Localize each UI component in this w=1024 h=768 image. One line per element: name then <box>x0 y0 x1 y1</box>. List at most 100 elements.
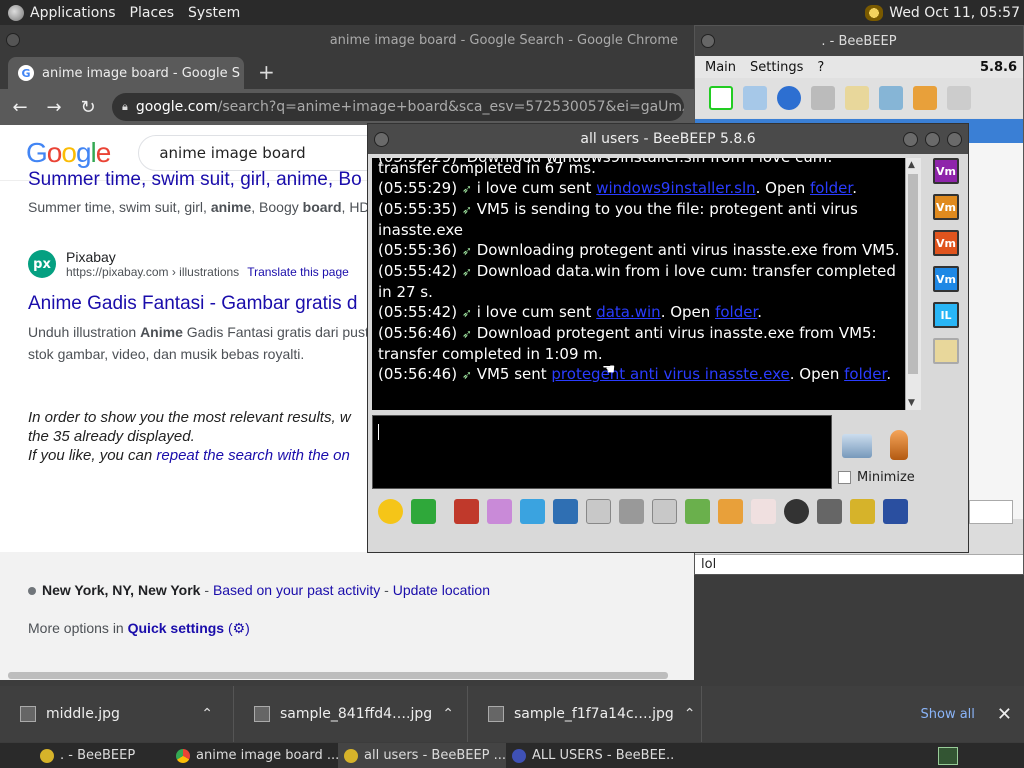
minimize-option[interactable]: Minimize <box>838 470 915 485</box>
window-menu-button[interactable] <box>701 34 715 48</box>
menu-main[interactable]: Main <box>705 60 736 75</box>
lock-icon[interactable]: 🔒︎ <box>122 100 128 114</box>
screenshot-icon[interactable] <box>784 498 809 524</box>
menu-settings[interactable]: Settings <box>750 60 803 75</box>
menu-help[interactable]: ? <box>817 60 824 75</box>
back-arrow-icon[interactable]: ← <box>10 97 30 118</box>
folder-link[interactable]: folder <box>715 303 757 321</box>
folder-link[interactable]: folder <box>844 365 886 383</box>
result-link[interactable]: Anime Gadis Fantasi - Gambar gratis d <box>28 293 357 315</box>
trash-icon[interactable] <box>947 86 971 110</box>
close-downloads-icon[interactable]: ✕ <box>997 704 1024 725</box>
save-icon[interactable] <box>883 498 908 524</box>
beebeep-tray-icon[interactable] <box>865 4 884 21</box>
message-input[interactable] <box>372 415 832 489</box>
send-folder-icon[interactable] <box>718 498 743 524</box>
emoticon-icon[interactable] <box>378 498 403 524</box>
download-item[interactable]: middle.jpg ⌃ <box>0 686 234 742</box>
member-vm-icon[interactable]: Vm <box>933 230 959 256</box>
member-vm-icon[interactable]: Vm <box>933 194 959 220</box>
scroll-down-arrow-icon[interactable]: ▼ <box>908 398 915 408</box>
google-search-input[interactable]: anime image board <box>138 134 399 171</box>
notes-icon[interactable] <box>850 498 875 524</box>
chat-log[interactable]: (05:55:29) Download windows9installer.sl… <box>372 158 920 410</box>
show-desktop-icon[interactable] <box>938 746 958 765</box>
font-color-icon[interactable] <box>487 498 512 524</box>
google-footer: New York, NY, New York - Based on your p… <box>0 552 694 680</box>
beebeep-quick-input[interactable] <box>969 500 1013 524</box>
window-menu-button[interactable] <box>6 33 20 47</box>
settings-icon[interactable] <box>553 498 578 524</box>
task-beebeep-chat[interactable]: all users - BeeBEEP ... <box>338 743 506 768</box>
download-item[interactable]: sample_841ffd4….jpg ⌃ <box>234 686 468 742</box>
scrollbar-thumb[interactable] <box>908 174 918 374</box>
folder-link[interactable]: folder <box>810 179 852 197</box>
spellcheck-icon[interactable] <box>619 498 644 524</box>
tab-google-search[interactable]: G anime image board - Google S ✕ <box>8 57 244 89</box>
beebeep-main-titlebar[interactable]: . - BeeBEEP <box>695 26 1023 56</box>
task-beebeep-all-users[interactable]: ALL USERS - BeeBEE... <box>506 743 674 768</box>
font-icon[interactable] <box>454 498 479 524</box>
minimize-checkbox[interactable] <box>838 471 851 484</box>
horizontal-scrollbar[interactable] <box>0 670 694 680</box>
translate-link[interactable]: Translate this page <box>247 265 349 279</box>
status-icon[interactable] <box>709 86 733 110</box>
reload-icon[interactable]: ↻ <box>78 97 98 118</box>
member-il-icon[interactable]: IL <box>933 302 959 328</box>
scroll-up-arrow-icon[interactable]: ▲ <box>908 160 915 170</box>
file-link[interactable]: data.win <box>596 303 661 321</box>
save-chat-icon[interactable] <box>817 498 842 524</box>
file-link[interactable]: protegent anti virus inasste.exe <box>551 365 789 383</box>
pen-icon[interactable] <box>845 86 869 110</box>
minimize-window-button[interactable] <box>903 132 918 147</box>
filter-icon[interactable] <box>520 498 545 524</box>
compact-view-icon[interactable] <box>586 498 611 524</box>
system-menu[interactable]: System <box>181 5 247 21</box>
chevron-up-icon[interactable]: ⌃ <box>442 706 454 722</box>
clock[interactable]: Wed Oct 11, 05:57 <box>889 5 1020 21</box>
forward-arrow-icon[interactable]: → <box>44 97 64 118</box>
window-menu-button[interactable] <box>374 132 389 147</box>
chat-titlebar[interactable]: all users - BeeBEEP 5.8.6 <box>368 124 968 154</box>
edit-profile-icon[interactable] <box>743 86 767 110</box>
chevron-up-icon[interactable]: ⌃ <box>684 706 696 722</box>
show-all-downloads-link[interactable]: Show all <box>921 707 997 722</box>
image-file-icon <box>20 706 36 722</box>
emoticon-menu-chevron-icon[interactable] <box>411 498 436 524</box>
word-complete-icon[interactable] <box>652 498 677 524</box>
chrome-titlebar[interactable]: anime image board - Google Search - Goog… <box>0 25 694 55</box>
task-chrome[interactable]: anime image board ... <box>170 743 338 768</box>
microphone-icon[interactable] <box>890 430 908 460</box>
quick-settings-link[interactable]: Quick settings <box>128 620 224 636</box>
network-icon[interactable] <box>777 86 801 110</box>
close-window-button[interactable] <box>947 132 962 147</box>
beebeep-status-message[interactable]: lol <box>695 554 1023 574</box>
share-icon[interactable] <box>913 86 937 110</box>
new-tab-button[interactable]: + <box>258 60 275 84</box>
download-item[interactable]: sample_f1f7a14c….jpg ⌃ <box>468 686 702 742</box>
task-beebeep-main[interactable]: . - BeeBEEP <box>0 743 170 768</box>
plugin-icon[interactable] <box>879 86 903 110</box>
result-link[interactable]: Summer time, swim suit, girl, anime, Bo <box>28 169 362 191</box>
send-file-icon[interactable] <box>685 498 710 524</box>
places-menu[interactable]: Places <box>123 5 182 21</box>
google-logo[interactable]: Google <box>26 137 111 169</box>
applications-menu[interactable]: Applications <box>0 4 123 21</box>
address-bar[interactable]: 🔒︎ google.com/search?q=anime+image+board… <box>112 93 684 121</box>
member-vm-icon[interactable]: Vm <box>933 266 959 292</box>
update-location-link[interactable]: Update location <box>393 582 490 598</box>
chat-log-scrollbar[interactable]: ▲ ▼ <box>905 158 921 410</box>
maximize-window-button[interactable] <box>925 132 940 147</box>
result-source-pixabay[interactable]: px Pixabay https://pixabay.com › illustr… <box>28 249 349 279</box>
group-members-icon[interactable] <box>933 338 959 364</box>
top-panel: Applications Places System Wed Oct 11, 0… <box>0 0 1024 25</box>
file-link[interactable]: windows9installer.sln <box>596 179 755 197</box>
send-message-icon[interactable] <box>842 434 872 458</box>
gear-icon[interactable]: (⚙) <box>228 620 250 636</box>
html-code-icon[interactable] <box>751 498 776 524</box>
member-vm-icon[interactable]: Vm <box>933 158 959 184</box>
based-on-activity-link[interactable]: Based on your past activity <box>213 582 380 598</box>
chevron-up-icon[interactable]: ⌃ <box>201 706 213 722</box>
group-icon[interactable] <box>811 86 835 110</box>
repeat-search-link[interactable]: repeat the search with the on <box>156 447 349 464</box>
